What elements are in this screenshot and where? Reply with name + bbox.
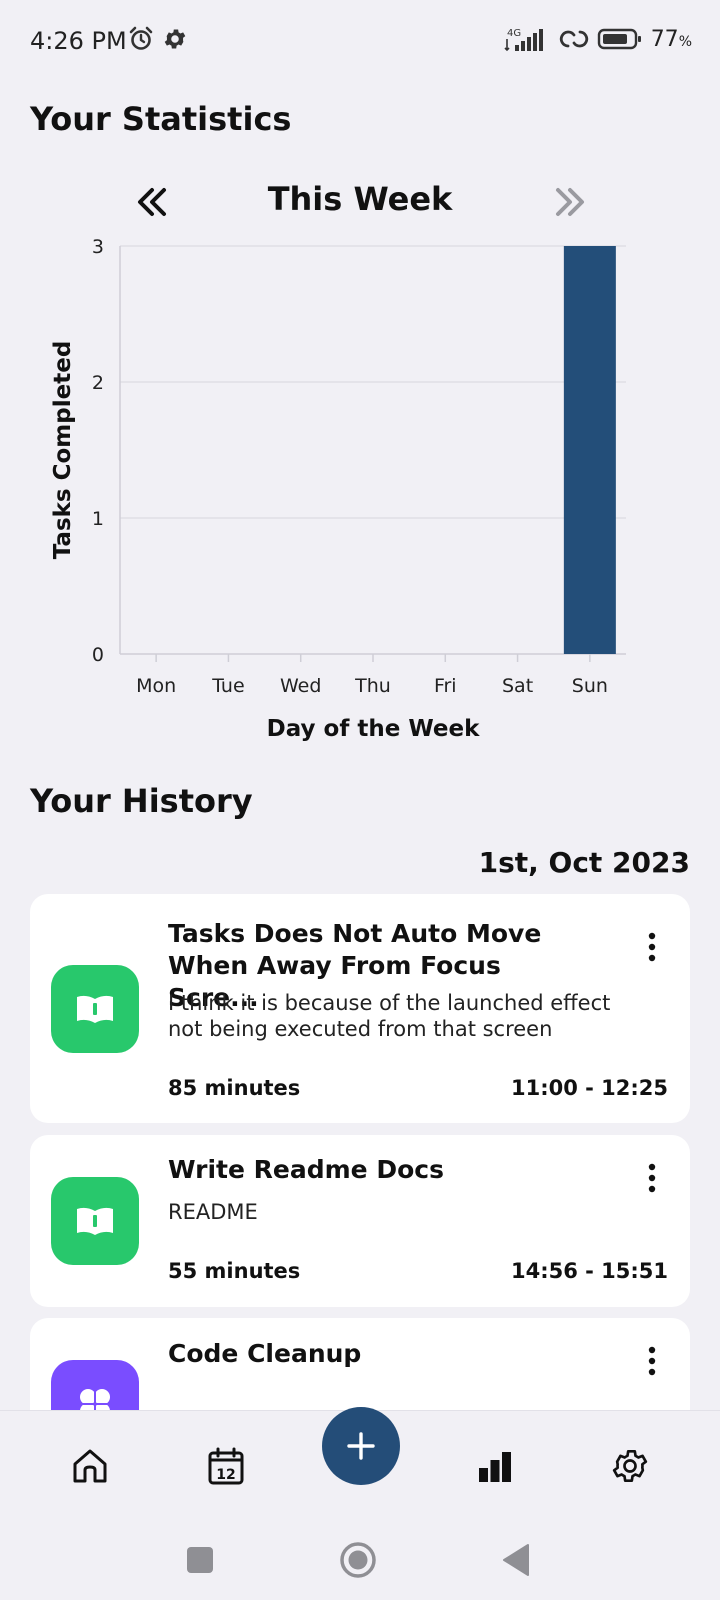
- x-tick-label: Tue: [211, 675, 244, 697]
- add-task-button[interactable]: [322, 1407, 400, 1485]
- x-tick-label: Mon: [136, 675, 176, 697]
- network-label: 4G: [507, 28, 521, 39]
- book-icon: [77, 1207, 113, 1235]
- battery-icon: [597, 28, 641, 50]
- gear-status-icon: [164, 29, 186, 49]
- next-week-button[interactable]: [548, 182, 592, 222]
- calendar-day: 12: [216, 1467, 235, 1483]
- x-tick-label: Wed: [280, 675, 321, 697]
- card-title-line: Tasks Does Not Auto Move: [168, 919, 542, 948]
- recents-button[interactable]: [178, 1538, 222, 1582]
- task-icon-badge: [51, 965, 139, 1053]
- bar-sun: [563, 246, 616, 654]
- stats-icon: [479, 1452, 511, 1482]
- calendar-icon: 12: [208, 1447, 244, 1485]
- chart-svg: 0 1 2 3 Mon Tue Wed Thu Fri Sat Sun Day of the Week…: [50, 236, 626, 742]
- history-title: Your History: [30, 782, 253, 820]
- nav-settings[interactable]: [605, 1441, 655, 1491]
- card-duration: 55 minutes: [168, 1259, 301, 1283]
- x-axis-label: Day of the Week: [267, 716, 480, 742]
- card-description-line: not being executed from that screen: [168, 1017, 553, 1041]
- weekly-tasks-chart: 0 1 2 3 Mon Tue Wed Thu Fri Sat Sun Day of the Week…: [40, 232, 700, 762]
- nav-statistics[interactable]: [470, 1441, 520, 1491]
- history-card[interactable]: Tasks Does Not Auto Move When Away From …: [30, 894, 690, 1123]
- x-tick-label: Fri: [434, 675, 457, 697]
- system-navigation-bar: [0, 1520, 720, 1600]
- battery-level: 77: [650, 26, 679, 52]
- x-tick-label: Sun: [572, 675, 608, 697]
- y-tick-label: 1: [92, 508, 104, 530]
- history-date: 1st, Oct 2023: [478, 846, 690, 879]
- more-vert-icon[interactable]: [642, 1344, 662, 1378]
- alarm-icon: [129, 26, 153, 50]
- history-card[interactable]: Write Readme Docs README 55 minutes 14:5…: [30, 1135, 690, 1307]
- y-tick-label: 0: [92, 644, 104, 666]
- settings-icon: [612, 1450, 648, 1482]
- card-description: I think it is because of the launched ef…: [168, 990, 648, 1042]
- status-time: 4:26 PM: [30, 27, 127, 55]
- card-title: Code Cleanup: [168, 1339, 362, 1368]
- bottom-navigation: 12: [0, 1407, 720, 1520]
- y-axis-label: Tasks Completed: [50, 341, 76, 560]
- home-icon: [73, 1449, 107, 1483]
- period-label: This Week: [267, 180, 453, 218]
- more-vert-icon[interactable]: [642, 1161, 662, 1195]
- card-description: README: [168, 1200, 258, 1224]
- back-icon: [503, 1544, 529, 1576]
- nav-home[interactable]: [65, 1441, 115, 1491]
- x-tick-label: Thu: [354, 675, 391, 697]
- card-title: Write Readme Docs: [168, 1155, 444, 1184]
- hotspot-icon: [559, 30, 588, 48]
- status-bar: 4:26 PM 4G 77%: [0, 0, 720, 80]
- nav-calendar[interactable]: 12: [201, 1441, 251, 1491]
- statistics-title: Your Statistics: [30, 100, 292, 138]
- y-tick-label: 3: [92, 236, 104, 258]
- card-time-range: 14:56 - 15:51: [510, 1259, 668, 1283]
- x-tick-label: Sat: [502, 675, 533, 697]
- home-circle-icon: [340, 1542, 376, 1578]
- home-button[interactable]: [336, 1538, 380, 1582]
- recents-icon: [187, 1547, 213, 1573]
- card-duration: 85 minutes: [168, 1076, 301, 1100]
- card-description-line: I think it is because of the launched ef…: [168, 991, 611, 1015]
- add-icon: [347, 1432, 375, 1460]
- previous-week-button[interactable]: [130, 182, 174, 222]
- card-time-range: 11:00 - 12:25: [510, 1076, 668, 1100]
- back-button[interactable]: [494, 1538, 538, 1582]
- task-icon-badge: [51, 1177, 139, 1265]
- signal-icon: 4G: [504, 28, 543, 52]
- more-vert-icon[interactable]: [642, 930, 662, 964]
- y-tick-label: 2: [92, 372, 104, 394]
- week-navigator: This Week: [0, 178, 720, 228]
- statistics-screen: 4:26 PM 4G 77% Your Statistics This Week…: [0, 0, 720, 1600]
- battery-unit: %: [678, 33, 692, 50]
- book-icon: [77, 995, 113, 1023]
